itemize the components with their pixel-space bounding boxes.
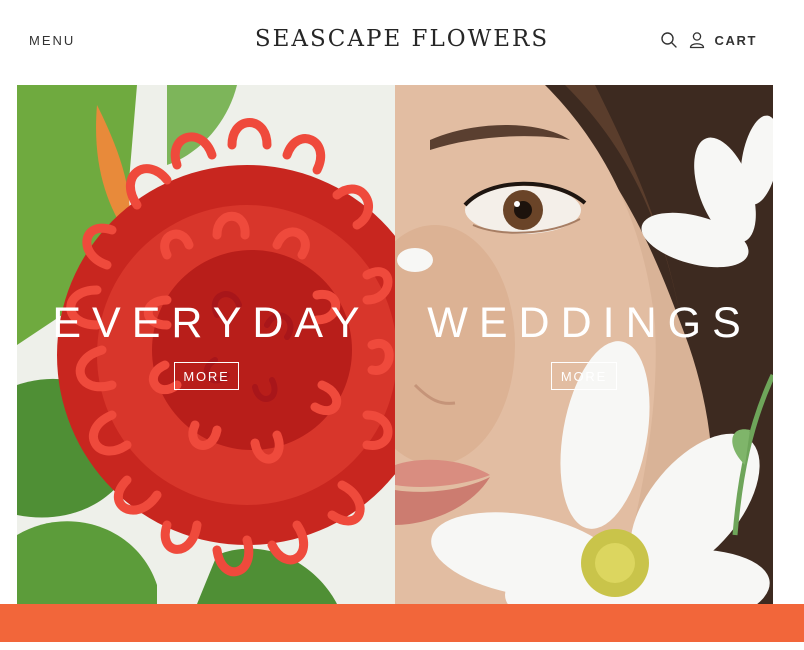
hero-banner: EVERYDAY MORE WEDDINGS MORE bbox=[17, 85, 773, 604]
cart-label[interactable]: CART bbox=[714, 33, 757, 48]
weddings-panel[interactable]: WEDDINGS MORE bbox=[395, 85, 773, 604]
site-header: MENU SEASCAPE FLOWERS CART bbox=[0, 0, 804, 84]
everyday-panel[interactable]: EVERYDAY MORE bbox=[17, 85, 395, 604]
user-icon[interactable] bbox=[688, 31, 706, 49]
search-icon[interactable] bbox=[660, 31, 678, 49]
weddings-more-button[interactable]: MORE bbox=[551, 362, 617, 390]
header-actions: CART bbox=[660, 31, 757, 49]
everyday-title: EVERYDAY bbox=[52, 299, 371, 347]
accent-band bbox=[0, 604, 804, 642]
everyday-more-button[interactable]: MORE bbox=[174, 362, 239, 390]
cart-link[interactable]: CART bbox=[688, 31, 757, 49]
weddings-title: WEDDINGS bbox=[427, 299, 752, 347]
